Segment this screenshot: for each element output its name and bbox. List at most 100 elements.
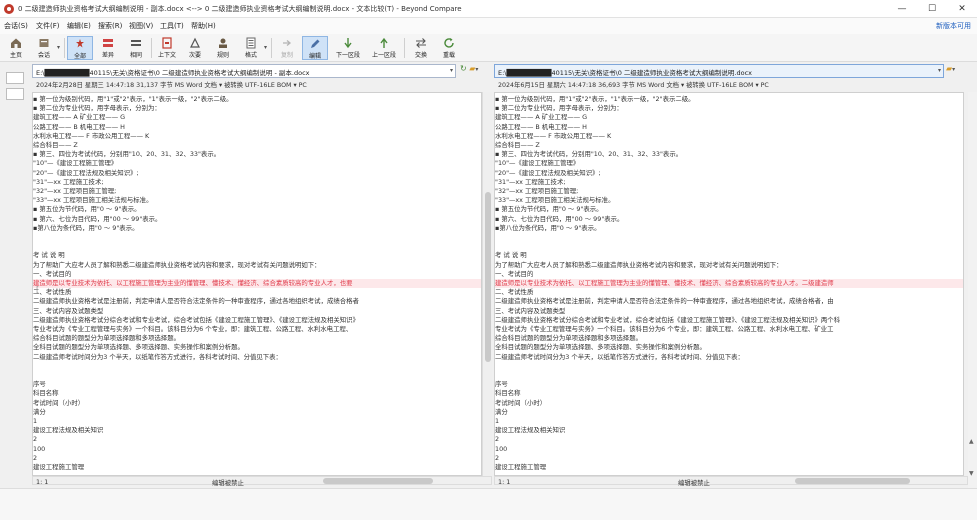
menu-view[interactable]: 视图(V)	[129, 21, 153, 31]
text-line[interactable]: "10"—《建设工程施工管理》	[33, 159, 481, 168]
text-line[interactable]: ▪ 第二位为专业代码，用字母表示，分别为：	[495, 104, 963, 113]
right-text-pane[interactable]: ▪ 第一位为级别代码，用"1"或"2"表示，"1"表示一级，"2"表示二级。 ▪…	[494, 92, 964, 476]
menu-search[interactable]: 搜索(R)	[98, 21, 122, 31]
text-line[interactable]: 2	[33, 454, 481, 463]
history-icon[interactable]: ↻	[460, 64, 467, 73]
thumbnail-block[interactable]	[6, 72, 24, 84]
menu-session[interactable]: 会话(S)	[4, 21, 28, 31]
show-diffs-button[interactable]: 差异	[95, 36, 121, 60]
text-line[interactable]: 二、考试性质	[33, 288, 481, 297]
text-line[interactable]: 为了帮助广大应考人员了解和熟悉二级建造师执业资格考试内容和要求，现对考试有关问题…	[33, 261, 481, 270]
text-line[interactable]: 二级建造师考试时间分为3 个半天，以纸笔作答方式进行，各科考试时间、分值见下表：	[495, 353, 963, 362]
text-line[interactable]: "33"—xx 工程项目施工相关法规与标准。	[495, 196, 963, 205]
text-line[interactable]: 2	[495, 454, 963, 463]
text-line[interactable]: 二级建造师执业资格考试分综合考试和专业考试，综合考试包括《建设工程施工管理》、《…	[495, 316, 963, 325]
text-line[interactable]: 综合科目—— Z	[33, 141, 481, 150]
text-line[interactable]: 100	[495, 445, 963, 454]
text-line[interactable]	[33, 233, 481, 242]
menu-edit[interactable]: 编辑(E)	[67, 21, 91, 31]
text-line[interactable]: 二级建造师执业资格考试是注册前，判定申请人是否符合法定条件的一种审查程序，通过各…	[33, 297, 481, 306]
swap-button[interactable]: 交换	[408, 36, 434, 60]
text-line[interactable]: 三、考试内容及试题类型	[495, 307, 963, 316]
text-line[interactable]: ▪ 第六、七位为目代码，用"00 ～ 99"表示。	[33, 215, 481, 224]
text-line[interactable]: 建设工程法规及相关知识	[495, 426, 963, 435]
text-line[interactable]: 科目名称	[495, 389, 963, 398]
menu-help[interactable]: 帮助(H)	[191, 21, 216, 31]
text-line[interactable]: 专业考试为《专业工程管理与实务》一个科目。该科目分为6 个专业，即：建筑工程、公…	[495, 325, 963, 334]
diff-line[interactable]: 建造师是以专业技术为依托、以工程施工管理为主业的懂管理、懂技术、懂经济、综合素质…	[495, 279, 963, 288]
text-line[interactable]: 建设工程施工管理	[33, 463, 481, 472]
text-line[interactable]: 1	[495, 417, 963, 426]
new-version-link[interactable]: 新版本可用	[936, 21, 971, 31]
right-path-dropdown-icon[interactable]: ▾	[938, 67, 941, 74]
menu-tools[interactable]: 工具(T)	[160, 21, 184, 31]
text-line[interactable]: "10"—《建设工程施工管理》	[495, 159, 963, 168]
text-line[interactable]	[495, 233, 963, 242]
text-line[interactable]: 一、考试目的	[495, 270, 963, 279]
copy-button[interactable]: 复制	[274, 36, 300, 60]
text-line[interactable]: 建筑工程—— A 矿业工程—— G	[495, 113, 963, 122]
text-line[interactable]: 考 试 说 明	[33, 251, 481, 260]
left-path-dropdown-icon[interactable]: ▾	[450, 67, 453, 74]
text-line[interactable]: 公路工程—— B 机电工程—— H	[33, 123, 481, 132]
format-button[interactable]: 格式	[238, 36, 264, 60]
text-line[interactable]	[495, 362, 963, 371]
reload-button[interactable]: 重载	[436, 36, 462, 60]
maximize-button[interactable]: ☐	[917, 0, 947, 18]
folder-dropdown-icon[interactable]: ▾	[475, 66, 478, 73]
text-line[interactable]: 考试时间（小时）	[495, 399, 963, 408]
text-line[interactable]: 二级建造师考试时间分为3 个半天，以纸笔作答方式进行，各科考试时间、分值见下表：	[33, 353, 481, 362]
text-line[interactable]: 序号	[33, 380, 481, 389]
minimize-button[interactable]: —	[887, 0, 917, 18]
folder-dropdown-icon[interactable]: ▾	[952, 66, 955, 73]
text-line[interactable]: 考试时间（小时）	[33, 399, 481, 408]
left-path-field[interactable]: E:\█████████40115\无关\资格证书\0 二级建造师执业资格考试大…	[32, 64, 456, 78]
text-line[interactable]: ▪ 第三、四位为考试代码，分别用"10、20、31、32、33"表示。	[33, 150, 481, 159]
scroll-down-icon[interactable]: ▼	[969, 470, 974, 477]
text-line[interactable]: 二级建造师执业资格考试分综合考试和专业考试，综合考试包括《建设工程施工管理》、《…	[33, 316, 481, 325]
text-line[interactable]: 满分	[33, 408, 481, 417]
close-button[interactable]: ✕	[947, 0, 977, 18]
text-line[interactable]: "20"—《建设工程法规及相关知识》;	[33, 169, 481, 178]
text-line[interactable]: 建筑工程—— A 矿业工程—— G	[33, 113, 481, 122]
text-line[interactable]: 专业考试为《专业工程管理与实务》一个科目。该科目分为6 个专业，即：建筑工程、公…	[33, 325, 481, 334]
text-line[interactable]: 综合科目试题的题型分为单项选择题和多项选择题。	[33, 334, 481, 343]
prev-section-button[interactable]: 上一区段	[368, 36, 400, 60]
context-button[interactable]: 上下文	[154, 36, 180, 60]
text-line[interactable]: 全科目试题的题型分为单项选择题、多项选择题、实务操作和案例分析题。	[33, 343, 481, 352]
rules-button[interactable]: 规则	[210, 36, 236, 60]
show-all-button[interactable]: 全部	[67, 36, 93, 60]
text-line[interactable]: 水利水电工程—— F 市政公用工程—— K	[33, 132, 481, 141]
text-line[interactable]: "20"—《建设工程法规及相关知识》;	[495, 169, 963, 178]
home-button[interactable]: 主页	[3, 36, 29, 60]
left-horizontal-scrollbar[interactable]	[32, 476, 492, 485]
thumbnail-block[interactable]	[6, 88, 24, 100]
text-line[interactable]	[33, 371, 481, 380]
right-path-field[interactable]: E:\█████████40115\无关\资格证书\0 二级建造师执业资格考试大…	[494, 64, 944, 78]
text-line[interactable]: 考 试 说 明	[495, 251, 963, 260]
text-line[interactable]: 1	[33, 417, 481, 426]
text-line[interactable]: "32"—xx 工程项目施工管理;	[33, 187, 481, 196]
text-line[interactable]	[495, 242, 963, 251]
text-line[interactable]: 2	[495, 435, 963, 444]
text-line[interactable]: 为了帮助广大应考人员了解和熟悉二级建造师执业资格考试内容和要求，现对考试有关问题…	[495, 261, 963, 270]
minor-button[interactable]: 次要	[182, 36, 208, 60]
edit-button[interactable]: 编辑	[302, 36, 328, 60]
text-line[interactable]: 2	[33, 435, 481, 444]
left-scroll-thumb[interactable]	[485, 192, 491, 362]
text-line[interactable]: ▪ 第五位为节代码，用"0 ～ 9"表示。	[495, 205, 963, 214]
text-line[interactable]: 三、考试内容及试题类型	[33, 307, 481, 316]
text-line[interactable]: 建设工程施工管理	[495, 463, 963, 472]
text-line[interactable]: ▪ 第五位为节代码，用"0 ～ 9"表示。	[33, 205, 481, 214]
format-dropdown-icon[interactable]: ▾	[264, 44, 267, 51]
right-hscroll-thumb[interactable]	[795, 478, 910, 484]
text-line[interactable]: ▪ 第二位为专业代码，用字母表示，分别为：	[33, 104, 481, 113]
right-vertical-scrollbar[interactable]: ▲ ▼	[968, 92, 977, 488]
left-text-pane[interactable]: ▪ 第一位为级别代码，用"1"或"2"表示，"1"表示一级，"2"表示二级。 ▪…	[32, 92, 482, 476]
text-line[interactable]: 全科目试题的题型分为单项选择题、多项选择题、实务操作和案例分析题。	[495, 343, 963, 352]
text-line[interactable]: ▪第八位为条代码，用"0 ～ 9"表示。	[33, 224, 481, 233]
text-line[interactable]: "32"—xx 工程项目施工管理;	[495, 187, 963, 196]
menu-file[interactable]: 文件(F)	[36, 21, 60, 31]
text-line[interactable]: ▪ 第三、四位为考试代码，分别用"10、20、31、32、33"表示。	[495, 150, 963, 159]
text-line[interactable]: 一、考试目的	[33, 270, 481, 279]
